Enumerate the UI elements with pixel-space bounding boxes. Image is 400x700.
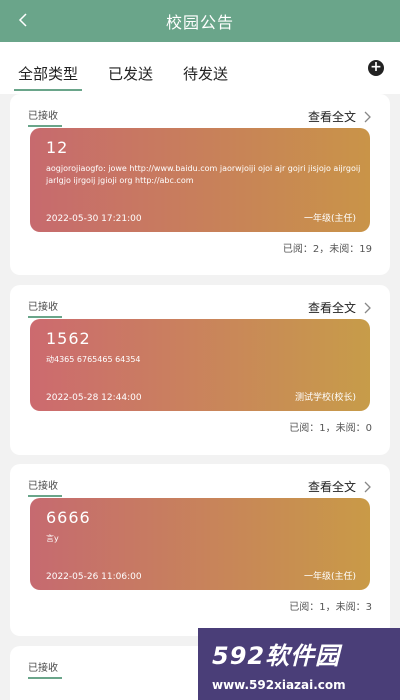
notice-title: 12 [46, 138, 69, 157]
tab-bar: 全部类型 已发送 待发送 + [0, 42, 400, 94]
view-full-link[interactable]: 查看全文 [308, 108, 372, 125]
status-label: 已接收 [28, 659, 62, 679]
notice-content[interactable]: 6666 言y 2022-05-26 11:06:00 一年级(主任) [30, 498, 370, 590]
status-label: 已接收 [28, 298, 62, 318]
notice-content[interactable]: 1562 动4365 6765465 64354 2022-05-28 12:4… [30, 319, 370, 411]
notice-author: 一年级(主任) [303, 214, 356, 224]
view-full-label: 查看全文 [307, 110, 356, 124]
card-header: 已接收 查看全文 [10, 94, 390, 128]
notice-content[interactable]: 12 aogjorojiaogfo: jowe http://www.baidu… [30, 128, 370, 232]
notice-card[interactable]: 已接收 查看全文 12 aogjorojiaogfo: jowe http://… [10, 94, 390, 275]
read-stats: 已阅：1，未阅：3 [289, 602, 372, 613]
status-label: 已接收 [28, 477, 62, 497]
notice-card[interactable]: 已接收 查看全文 6666 言y 2022-05-26 11:06:00 一年级… [10, 464, 390, 636]
card-header: 已接收 查看全文 [10, 285, 390, 319]
notice-title: 6666 [46, 508, 91, 527]
status-label: 已接收 [28, 107, 62, 127]
card-header: 已接收 查看全文 [10, 464, 390, 498]
notice-author: 测试学校(校长) [294, 393, 356, 403]
notice-body: 言y [46, 534, 59, 543]
view-full-link[interactable]: 查看全文 [308, 478, 372, 495]
view-full-label: 查看全文 [307, 301, 356, 315]
chevron-left-icon [18, 13, 27, 27]
watermark-brand: 592软件园 [212, 642, 341, 670]
notice-body: 动4365 6765465 64354 [46, 355, 141, 364]
watermark-logo: 592软件园 www.592xiazai.com [198, 628, 400, 700]
add-icon[interactable]: + [368, 60, 384, 76]
chevron-right-icon [364, 111, 371, 122]
notice-author: 一年级(主任) [303, 572, 356, 582]
notice-date: 2022-05-30 17:21:00 [46, 214, 142, 224]
watermark-url: www.592xiazai.com [212, 678, 346, 692]
chevron-right-icon [364, 481, 371, 492]
view-full-link[interactable]: 查看全文 [308, 299, 372, 316]
tab-pending[interactable]: 待发送 [183, 63, 228, 94]
read-stats: 已阅：1，未阅：0 [289, 423, 372, 434]
chevron-right-icon [364, 302, 371, 313]
notice-title: 1562 [46, 329, 91, 348]
page-title: 校园公告 [165, 13, 234, 32]
notice-card[interactable]: 已接收 查看全文 1562 动4365 6765465 64354 2022-0… [10, 285, 390, 455]
back-button[interactable] [12, 8, 36, 32]
header-bar: 校园公告 [0, 0, 400, 42]
tab-sent[interactable]: 已发送 [108, 63, 153, 94]
notice-body: aogjorojiaogfo: jowe http://www.baidu.co… [46, 164, 361, 185]
view-full-label: 查看全文 [307, 480, 356, 494]
notice-date: 2022-05-28 12:44:00 [46, 393, 142, 403]
read-stats: 已阅：2，未阅：19 [282, 244, 372, 255]
notice-date: 2022-05-26 11:06:00 [46, 572, 142, 582]
tab-all-types[interactable]: 全部类型 [13, 63, 83, 94]
